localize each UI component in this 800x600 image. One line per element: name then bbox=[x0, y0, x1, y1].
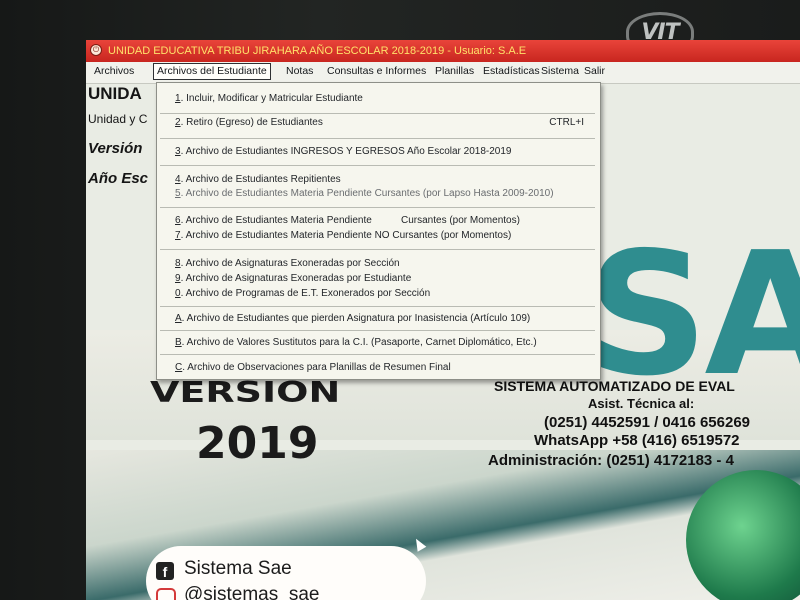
menu-option-label: . Archivo de Estudiantes que pierden Asi… bbox=[181, 313, 531, 324]
menu-option-label: . Incluir, Modificar y Matricular Estudi… bbox=[180, 93, 363, 104]
menu-consultas-informes[interactable]: Consultas e Informes bbox=[324, 64, 429, 79]
menu-separator bbox=[160, 354, 595, 355]
menu-option-label: . Archivo de Valores Sustitutos para la … bbox=[181, 337, 537, 348]
menu-separator bbox=[160, 306, 595, 307]
school-year-label: Año Esc bbox=[88, 170, 149, 187]
app-icon[interactable]: ⏻ bbox=[90, 44, 102, 56]
menu-option-exoneradas-seccion[interactable]: 8. Archivo de Asignaturas Exoneradas por… bbox=[157, 257, 600, 271]
menu-estadisticas[interactable]: Estadísticas bbox=[480, 64, 543, 79]
menu-option-programas-et[interactable]: 0. Archivo de Programas de E.T. Exonerad… bbox=[157, 287, 600, 301]
menu-separator bbox=[160, 330, 595, 331]
menu-option-pendiente-cursantes[interactable]: 6. Archivo de Estudiantes Materia Pendie… bbox=[157, 214, 600, 228]
support-phones: (0251) 4452591 / 0416 656269 bbox=[544, 414, 751, 431]
unit-label-partial: Unidad y C bbox=[88, 112, 148, 126]
menu-option-label: . Archivo de Asignaturas Exoneradas por … bbox=[180, 258, 400, 269]
menu-option-exoneradas-estudiante[interactable]: 9. Archivo de Asignaturas Exoneradas por… bbox=[157, 272, 600, 286]
version-label: Versión bbox=[88, 140, 143, 157]
menu-separator bbox=[160, 165, 595, 166]
version-year: 2019 bbox=[196, 418, 319, 469]
archivos-estudiante-dropdown: 1. Incluir, Modificar y Matricular Estud… bbox=[156, 82, 601, 380]
window-title: UNIDAD EDUCATIVA TRIBU JIRAHARA AÑO ESCO… bbox=[108, 45, 527, 57]
menu-bar: Archivos Archivos del Estudiante Notas C… bbox=[86, 62, 800, 84]
menu-option-inasistencia[interactable]: A. Archivo de Estudiantes que pierden As… bbox=[157, 312, 600, 326]
menu-option-observaciones[interactable]: C. Archivo de Observaciones para Planill… bbox=[157, 361, 600, 375]
school-heading-partial: UNIDA bbox=[88, 84, 142, 103]
menu-separator bbox=[160, 113, 595, 114]
window-titlebar: ⏻ UNIDAD EDUCATIVA TRIBU JIRAHARA AÑO ES… bbox=[86, 40, 800, 62]
menu-option-label: . Archivo de Estudiantes Materia Pendien… bbox=[180, 188, 554, 199]
whatsapp-number: WhatsApp +58 (416) 6519572 bbox=[534, 432, 740, 449]
facebook-handle: Sistema Sae bbox=[184, 558, 292, 579]
menu-option-shortcut: CTRL+I bbox=[549, 117, 584, 128]
menu-option-label: . Archivo de Estudiantes Materia Pendien… bbox=[180, 230, 512, 241]
menu-option-pendiente-lapso[interactable]: 5. Archivo de Estudiantes Materia Pendie… bbox=[157, 187, 600, 201]
accelerator-key: A bbox=[175, 313, 182, 324]
sae-logo: SAE bbox=[586, 216, 800, 414]
menu-option-label: . Archivo de Asignaturas Exoneradas por … bbox=[180, 273, 412, 284]
menu-option-label: . Archivo de Observaciones para Planilla… bbox=[182, 362, 451, 373]
menu-archivos[interactable]: Archivos bbox=[91, 64, 137, 79]
menu-option-valores-sustitutos[interactable]: B. Archivo de Valores Sustitutos para la… bbox=[157, 336, 600, 350]
menu-archivos-del-estudiante[interactable]: Archivos del Estudiante bbox=[153, 63, 271, 80]
support-label: Asist. Técnica al: bbox=[588, 396, 695, 411]
monitor-bezel: VIT SAE UNIDA Unidad y C Versión Año Esc… bbox=[0, 0, 800, 600]
menu-separator bbox=[160, 207, 595, 208]
menu-option-pendiente-no-cursantes[interactable]: 7. Archivo de Estudiantes Materia Pendie… bbox=[157, 229, 600, 243]
menu-option-ingresos-egresos[interactable]: 3. Archivo de Estudiantes INGRESOS Y EGR… bbox=[157, 145, 600, 159]
menu-option-repitientes[interactable]: 4. Archivo de Estudiantes Repitientes bbox=[157, 173, 600, 187]
menu-planillas[interactable]: Planillas bbox=[432, 64, 477, 79]
system-name: SISTEMA AUTOMATIZADO DE EVAL bbox=[494, 378, 735, 394]
instagram-icon bbox=[156, 588, 176, 600]
menu-option-label: . Retiro (Egreso) de Estudiantes bbox=[180, 117, 323, 128]
menu-option-incluir-estudiante[interactable]: 1. Incluir, Modificar y Matricular Estud… bbox=[157, 92, 600, 106]
menu-option-label: . Archivo de Estudiantes Materia Pendien… bbox=[180, 215, 372, 226]
instagram-handle: @sistemas_sae bbox=[184, 584, 320, 600]
menu-notas[interactable]: Notas bbox=[283, 64, 316, 79]
accelerator-key: B bbox=[175, 337, 182, 348]
menu-option-retiro-estudiantes[interactable]: 2. Retiro (Egreso) de Estudiantes CTRL+I bbox=[157, 116, 600, 130]
menu-separator bbox=[160, 138, 595, 139]
menu-option-suffix: Cursantes (por Momentos) bbox=[401, 215, 520, 226]
application-window: SAE UNIDA Unidad y C Versión Año Esc VER… bbox=[86, 40, 800, 600]
facebook-icon: f bbox=[156, 562, 174, 580]
menu-sistema[interactable]: Sistema bbox=[538, 64, 582, 79]
admin-phone: Administración: (0251) 4172183 - 4 bbox=[488, 452, 734, 469]
menu-salir[interactable]: Salir bbox=[581, 64, 608, 79]
menu-option-label: . Archivo de Estudiantes INGRESOS Y EGRE… bbox=[180, 146, 512, 157]
menu-option-label: . Archivo de Estudiantes Repitientes bbox=[180, 174, 341, 185]
menu-separator bbox=[160, 249, 595, 250]
version-title: VERSION bbox=[150, 375, 341, 409]
menu-option-label: . Archivo de Programas de E.T. Exonerado… bbox=[180, 288, 431, 299]
